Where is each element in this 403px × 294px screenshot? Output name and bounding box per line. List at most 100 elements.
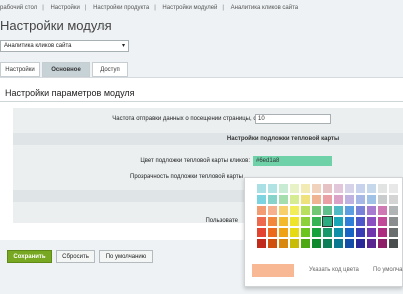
color-swatch[interactable] bbox=[334, 195, 343, 204]
save-button[interactable]: Сохранить bbox=[7, 250, 52, 263]
color-swatch[interactable] bbox=[279, 206, 288, 215]
color-swatch[interactable] bbox=[290, 228, 299, 237]
color-swatch[interactable] bbox=[312, 217, 321, 226]
color-swatch[interactable] bbox=[290, 195, 299, 204]
reset-button[interactable]: Сбросить bbox=[56, 250, 95, 263]
color-swatch[interactable] bbox=[356, 228, 365, 237]
color-swatch[interactable] bbox=[378, 206, 387, 215]
color-swatch[interactable] bbox=[257, 228, 266, 237]
color-swatch[interactable] bbox=[367, 228, 376, 237]
tab-settings[interactable]: Настройки bbox=[0, 62, 40, 77]
tab-main[interactable]: Основное bbox=[42, 62, 90, 77]
color-swatch[interactable] bbox=[268, 195, 277, 204]
color-swatch[interactable] bbox=[367, 206, 376, 215]
color-swatch[interactable] bbox=[323, 239, 332, 248]
module-select[interactable]: Аналитика кликов сайта ▾ bbox=[0, 40, 129, 52]
color-swatch[interactable] bbox=[290, 184, 299, 193]
color-swatch[interactable] bbox=[312, 184, 321, 193]
color-swatch[interactable] bbox=[323, 206, 332, 215]
color-swatch[interactable] bbox=[334, 228, 343, 237]
breadcrumb-item[interactable]: Настройки модулей bbox=[162, 5, 217, 11]
page-title: Настройки модуля bbox=[0, 18, 112, 33]
color-swatch[interactable] bbox=[301, 217, 310, 226]
color-swatch[interactable] bbox=[257, 195, 266, 204]
color-swatch[interactable] bbox=[323, 195, 332, 204]
color-swatch[interactable] bbox=[378, 217, 387, 226]
color-swatch[interactable] bbox=[389, 228, 398, 237]
color-swatch[interactable] bbox=[356, 195, 365, 204]
color-swatch[interactable] bbox=[367, 195, 376, 204]
color-swatch[interactable] bbox=[268, 228, 277, 237]
color-swatch[interactable] bbox=[290, 239, 299, 248]
tab-access[interactable]: Доступ bbox=[92, 62, 128, 77]
color-swatch[interactable] bbox=[312, 239, 321, 248]
color-swatch[interactable] bbox=[279, 195, 288, 204]
breadcrumb-item[interactable]: рабочий стол bbox=[0, 5, 37, 11]
color-swatch[interactable] bbox=[378, 195, 387, 204]
color-swatch[interactable] bbox=[301, 239, 310, 248]
color-swatch[interactable] bbox=[356, 217, 365, 226]
specify-color-link[interactable]: Указать код цвета bbox=[309, 267, 359, 273]
color-swatch[interactable] bbox=[312, 228, 321, 237]
color-swatch[interactable] bbox=[345, 239, 354, 248]
color-swatch[interactable] bbox=[279, 239, 288, 248]
frequency-input[interactable]: 10 bbox=[255, 114, 331, 124]
color-swatch[interactable] bbox=[334, 217, 343, 226]
color-swatch[interactable] bbox=[389, 206, 398, 215]
color-swatch[interactable] bbox=[257, 217, 266, 226]
color-swatch[interactable] bbox=[323, 184, 332, 193]
color-swatch[interactable] bbox=[367, 184, 376, 193]
star-icon[interactable]: ☆ bbox=[98, 21, 107, 32]
color-swatch[interactable] bbox=[257, 184, 266, 193]
color-swatch[interactable] bbox=[268, 217, 277, 226]
color-swatch[interactable] bbox=[378, 239, 387, 248]
color-swatch[interactable] bbox=[389, 217, 398, 226]
color-swatch[interactable] bbox=[268, 239, 277, 248]
default-color-link[interactable]: По умолча bbox=[373, 267, 402, 273]
color-swatch[interactable] bbox=[301, 206, 310, 215]
color-swatch[interactable] bbox=[378, 228, 387, 237]
color-swatch[interactable] bbox=[356, 206, 365, 215]
color-swatch[interactable] bbox=[356, 184, 365, 193]
color-swatch[interactable] bbox=[312, 206, 321, 215]
color-swatch[interactable] bbox=[268, 184, 277, 193]
color-swatch[interactable] bbox=[345, 206, 354, 215]
color-swatch[interactable] bbox=[301, 195, 310, 204]
color-swatch[interactable] bbox=[389, 239, 398, 248]
breadcrumb-item[interactable]: Настройки продукта bbox=[93, 5, 149, 11]
color-swatch[interactable] bbox=[378, 184, 387, 193]
color-swatch[interactable] bbox=[389, 195, 398, 204]
color-input[interactable]: #6ed1a8 bbox=[253, 156, 332, 166]
color-swatch[interactable] bbox=[301, 228, 310, 237]
color-swatch[interactable] bbox=[334, 184, 343, 193]
color-swatch[interactable] bbox=[389, 184, 398, 193]
color-swatch[interactable] bbox=[323, 228, 332, 237]
color-swatch[interactable] bbox=[301, 184, 310, 193]
color-swatch[interactable] bbox=[279, 217, 288, 226]
color-swatch[interactable] bbox=[279, 228, 288, 237]
default-button[interactable]: По умолчанию bbox=[99, 250, 153, 263]
color-swatch[interactable] bbox=[345, 184, 354, 193]
color-swatch[interactable] bbox=[257, 239, 266, 248]
breadcrumb-item[interactable]: Настройки bbox=[50, 5, 79, 11]
color-swatch[interactable] bbox=[334, 239, 343, 248]
color-swatch[interactable] bbox=[268, 206, 277, 215]
color-swatch[interactable] bbox=[356, 239, 365, 248]
color-swatch[interactable] bbox=[312, 195, 321, 204]
color-swatch[interactable] bbox=[279, 184, 288, 193]
color-swatch[interactable] bbox=[290, 217, 299, 226]
section-heatmap-header: Настройки подложки тепловой карты bbox=[13, 133, 403, 145]
color-swatch[interactable] bbox=[367, 239, 376, 248]
color-swatch[interactable] bbox=[334, 206, 343, 215]
color-swatch[interactable] bbox=[367, 217, 376, 226]
color-swatch[interactable] bbox=[345, 217, 354, 226]
breadcrumb-item[interactable]: Аналитика кликов сайта bbox=[231, 5, 299, 11]
chevron-down-icon: ▾ bbox=[121, 43, 125, 49]
color-swatch[interactable] bbox=[345, 195, 354, 204]
breadcrumb-separator: | bbox=[84, 5, 87, 11]
color-swatch[interactable] bbox=[345, 228, 354, 237]
opacity-label: Прозрачность подложки тепловой карты bbox=[130, 174, 243, 180]
color-swatch[interactable] bbox=[290, 206, 299, 215]
color-swatch[interactable] bbox=[322, 216, 333, 227]
color-swatch[interactable] bbox=[257, 206, 266, 215]
